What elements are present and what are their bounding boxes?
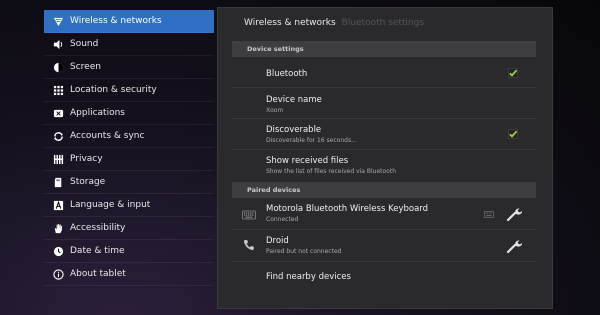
sidebar-item-screen[interactable]: Screen (44, 56, 214, 79)
privacy-icon (52, 153, 64, 165)
sidebar-item-accounts-sync[interactable]: Accounts & sync (44, 125, 214, 148)
paired-device-title: Motorola Bluetooth Wireless Keyboard (266, 204, 429, 214)
info-icon (52, 268, 64, 280)
paired-device-summary: Paired but not connected (266, 248, 342, 255)
grid-lock-icon (52, 84, 64, 96)
sidebar-item-label: About tablet (70, 269, 126, 279)
device-name-summary: Xoom (266, 107, 284, 114)
sidebar-item-label: Sound (70, 39, 99, 49)
paired-device-row[interactable]: Droid Paired but not connected (232, 230, 536, 262)
sidebar-item-label: Language & input (70, 200, 151, 210)
brightness-icon (52, 61, 64, 73)
bluetooth-title: Bluetooth (266, 69, 308, 79)
breadcrumb-current: Bluetooth settings (341, 18, 425, 28)
sidebar-item-label: Location & security (70, 85, 157, 95)
wrench-icon[interactable] (506, 238, 524, 254)
apps-icon (52, 107, 64, 119)
show-received-files-row[interactable]: Show received files Show the list of fil… (232, 150, 536, 182)
breadcrumb-parent[interactable]: Wireless & networks (244, 18, 336, 28)
sidebar-item-sound[interactable]: Sound (44, 33, 214, 56)
settings-screen: Wireless & networks Sound Screen Locatio… (0, 0, 600, 315)
sidebar-item-label: Accounts & sync (70, 131, 145, 141)
clock-icon (52, 245, 64, 257)
breadcrumb: Wireless & networks Bluetooth settings (244, 18, 424, 28)
device-name-title: Device name (266, 95, 322, 105)
sidebar-item-label: Applications (70, 108, 125, 118)
sidebar-item-storage[interactable]: Storage (44, 171, 214, 194)
bluetooth-settings-panel: Wireless & networks Bluetooth settings De… (217, 7, 553, 309)
sidebar-item-label: Date & time (70, 246, 125, 256)
sidebar-item-wireless-networks[interactable]: Wireless & networks (44, 10, 214, 33)
discoverable-summary: Discoverable for 16 seconds... (266, 137, 357, 144)
find-nearby-devices-label: Find nearby devices (266, 272, 351, 282)
find-nearby-devices-row[interactable]: Find nearby devices (232, 262, 536, 292)
sidebar-item-label: Accessibility (70, 223, 126, 233)
device-name-row[interactable]: Device name Xoom (232, 88, 536, 119)
sidebar-item-label: Privacy (70, 154, 103, 164)
sidebar-item-location-security[interactable]: Location & security (44, 79, 214, 102)
paired-device-title: Droid (266, 236, 289, 246)
wrench-icon[interactable] (506, 206, 524, 222)
bluetooth-toggle-row[interactable]: Bluetooth (232, 57, 536, 88)
show-received-files-title: Show received files (266, 156, 349, 166)
sidebar-item-language-input[interactable]: Language & input (44, 194, 214, 217)
sidebar-item-label: Screen (70, 62, 101, 72)
keyboard-icon (242, 210, 256, 220)
settings-sidebar: Wireless & networks Sound Screen Locatio… (44, 10, 214, 286)
bluetooth-checkbox[interactable] (508, 68, 518, 78)
phone-icon (243, 240, 254, 251)
speaker-icon (52, 38, 64, 50)
wifi-icon (52, 15, 64, 27)
sidebar-item-label: Storage (70, 177, 106, 187)
paired-device-summary: Connected (266, 216, 299, 223)
discoverable-checkbox[interactable] (508, 129, 518, 139)
show-received-files-summary: Show the list of files received via Blue… (266, 168, 397, 175)
sync-icon (52, 130, 64, 142)
discoverable-row[interactable]: Discoverable Discoverable for 16 seconds… (232, 119, 536, 150)
sidebar-item-privacy[interactable]: Privacy (44, 148, 214, 171)
sidebar-item-about-tablet[interactable]: About tablet (44, 263, 214, 286)
keyboard-profile-icon (484, 211, 494, 218)
sidebar-item-label: Wireless & networks (70, 16, 162, 26)
paired-devices-header: Paired devices (232, 182, 536, 198)
sidebar-item-date-time[interactable]: Date & time (44, 240, 214, 263)
language-icon (52, 199, 64, 211)
device-settings-header: Device settings (232, 41, 536, 57)
hand-icon (52, 222, 64, 234)
paired-device-row[interactable]: Motorola Bluetooth Wireless Keyboard Con… (232, 198, 536, 230)
storage-icon (52, 176, 64, 188)
discoverable-title: Discoverable (266, 125, 322, 135)
sidebar-item-accessibility[interactable]: Accessibility (44, 217, 214, 240)
sidebar-item-applications[interactable]: Applications (44, 102, 214, 125)
